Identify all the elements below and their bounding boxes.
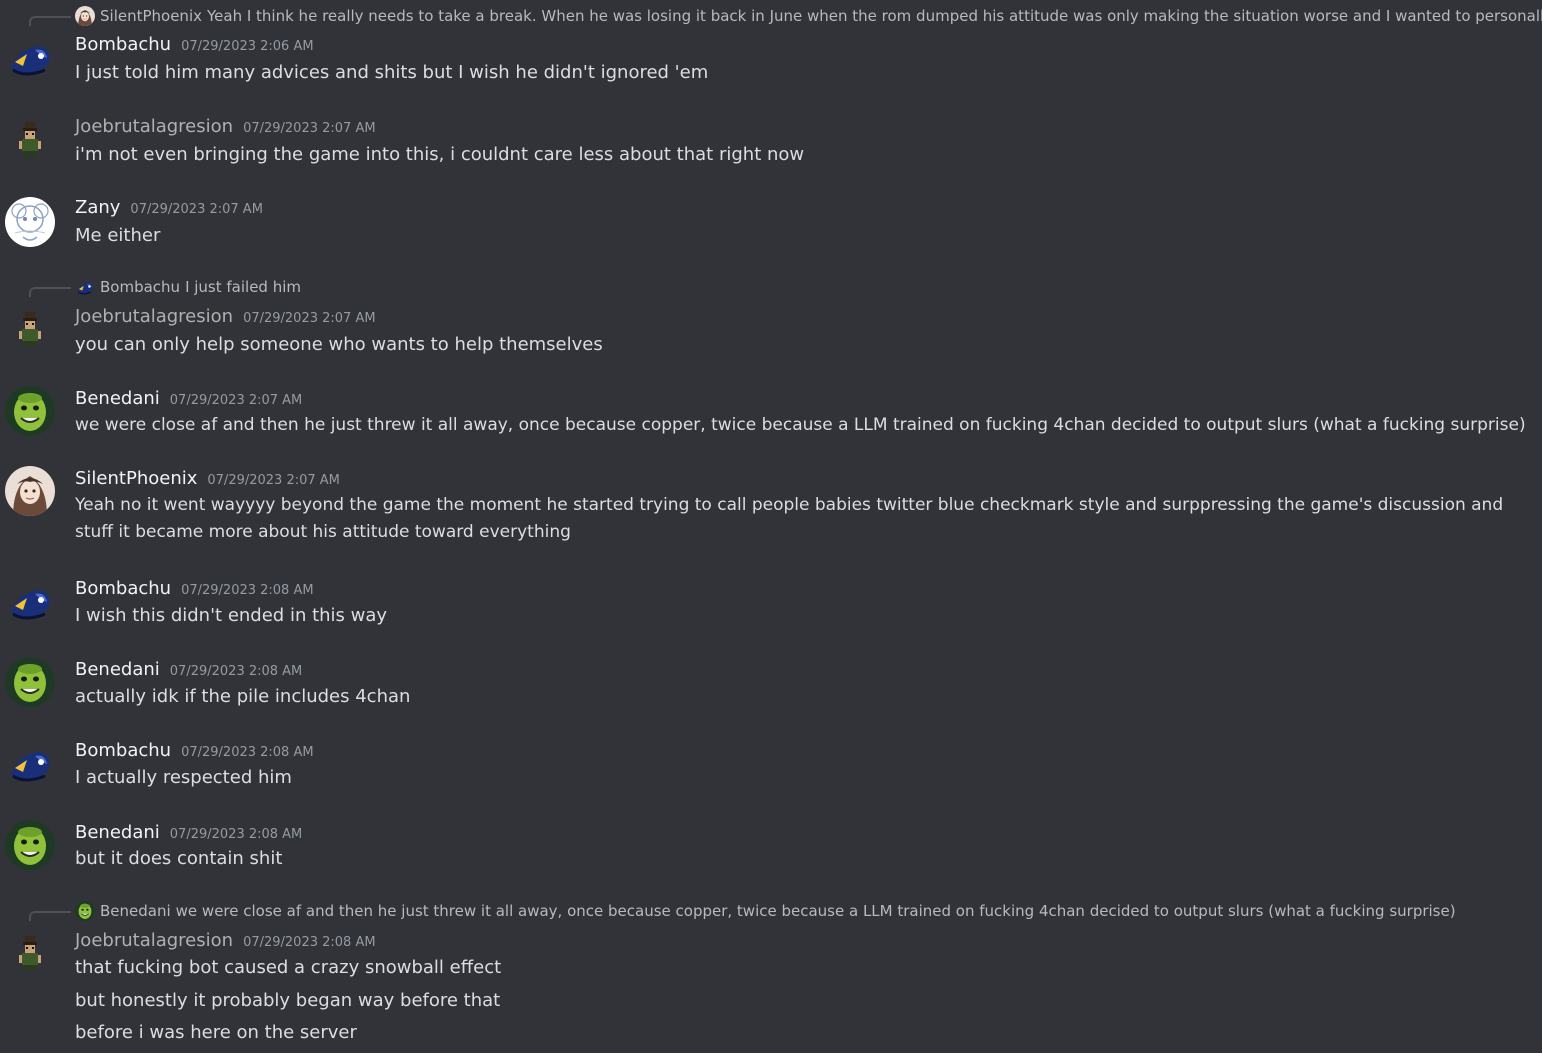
zany-avatar-icon[interactable]: [5, 197, 55, 247]
silentphoenix-avatar-icon: [75, 6, 95, 26]
username[interactable]: SilentPhoenix: [75, 468, 197, 489]
timestamp[interactable]: 07/29/2023 2:08 AM: [170, 664, 303, 679]
reply-author[interactable]: Benedani: [100, 902, 171, 920]
username[interactable]: Joebrutalagresion: [75, 930, 233, 951]
message-header: Joebrutalagresion 07/29/2023 2:07 AM: [75, 306, 376, 327]
message-content: that fucking bot caused a crazy snowball…: [75, 957, 502, 978]
message-content: I just told him many advices and shits b…: [75, 62, 709, 83]
message-content: but it does contain shit: [75, 848, 283, 869]
chat-message-list[interactable]: SilentPhoenix Yeah I think he really need…: [0, 0, 1542, 1053]
username[interactable]: Bombachu: [75, 34, 171, 55]
message-header: Joebrutalagresion 07/29/2023 2:07 AM: [75, 116, 376, 137]
message-header: Benedani 07/29/2023 2:07 AM: [75, 388, 302, 409]
username[interactable]: Zany: [75, 197, 120, 218]
message-content: I actually respected him: [75, 767, 292, 788]
bombachu-avatar-icon[interactable]: [5, 32, 55, 82]
message-content: but honestly it probably began way befor…: [75, 990, 501, 1011]
message-content: before i was here on the server: [75, 1022, 357, 1043]
reply-author[interactable]: Bombachu: [100, 278, 180, 296]
message-header: Bombachu 07/29/2023 2:06 AM: [75, 34, 314, 55]
username[interactable]: Bombachu: [75, 740, 171, 761]
timestamp[interactable]: 07/29/2023 2:07 AM: [170, 393, 303, 408]
username[interactable]: Joebrutalagresion: [75, 116, 233, 137]
message-header: SilentPhoenix 07/29/2023 2:07 AM: [75, 468, 340, 489]
message-content: Yeah no it went wayyyy beyond the game t…: [75, 495, 1504, 542]
reply-text: Yeah I think he really needs to take a b…: [206, 7, 1542, 25]
message-content: we were close af and then he just threw …: [75, 415, 1526, 435]
bombachu-avatar-icon[interactable]: [5, 576, 55, 626]
benedani-avatar-icon[interactable]: [5, 386, 55, 436]
message-content: you can only help someone who wants to h…: [75, 334, 603, 355]
timestamp[interactable]: 07/29/2023 2:07 AM: [243, 121, 376, 136]
timestamp[interactable]: 07/29/2023 2:08 AM: [243, 935, 376, 950]
reply-text: I just failed him: [185, 278, 302, 296]
reply-text: we were close af and then he just threw …: [175, 902, 1456, 920]
message-header: Bombachu 07/29/2023 2:08 AM: [75, 740, 314, 761]
username[interactable]: Bombachu: [75, 578, 171, 599]
message-content: i'm not even bringing the game into this…: [75, 144, 805, 165]
message-header: Bombachu 07/29/2023 2:08 AM: [75, 578, 314, 599]
message-header: Benedani 07/29/2023 2:08 AM: [75, 822, 302, 843]
timestamp[interactable]: 07/29/2023 2:07 AM: [130, 202, 263, 217]
username[interactable]: Joebrutalagresion: [75, 306, 233, 327]
joebrutalagresion-avatar-icon[interactable]: [5, 114, 55, 164]
timestamp[interactable]: 07/29/2023 2:06 AM: [181, 39, 314, 54]
reply-preview[interactable]: Benedani we were close af and then he jus…: [0, 899, 1542, 921]
message-header: Benedani 07/29/2023 2:08 AM: [75, 659, 302, 680]
reply-preview[interactable]: SilentPhoenix Yeah I think he really need…: [0, 4, 1542, 26]
reply-spine: [29, 287, 71, 297]
bombachu-avatar-icon[interactable]: [5, 738, 55, 788]
username[interactable]: Benedani: [75, 659, 160, 680]
timestamp[interactable]: 07/29/2023 2:08 AM: [181, 583, 314, 598]
reply-author[interactable]: SilentPhoenix: [100, 7, 202, 25]
timestamp[interactable]: 07/29/2023 2:08 AM: [170, 827, 303, 842]
joebrutalagresion-avatar-icon[interactable]: [5, 928, 55, 978]
message-content: I wish this didn't ended in this way: [75, 605, 388, 626]
message-content: actually idk if the pile includes 4chan: [75, 686, 411, 707]
username[interactable]: Benedani: [75, 388, 160, 409]
message-header: Zany 07/29/2023 2:07 AM: [75, 197, 263, 218]
reply-spine: [29, 16, 71, 26]
timestamp[interactable]: 07/29/2023 2:07 AM: [207, 473, 340, 488]
message-content: Me either: [75, 225, 161, 246]
bombachu-avatar-icon: [75, 277, 95, 297]
silentphoenix-avatar-icon[interactable]: [5, 466, 55, 516]
joebrutalagresion-avatar-icon[interactable]: [5, 304, 55, 354]
timestamp[interactable]: 07/29/2023 2:08 AM: [181, 745, 314, 760]
reply-spine: [29, 911, 71, 921]
timestamp[interactable]: 07/29/2023 2:07 AM: [243, 311, 376, 326]
reply-preview[interactable]: Bombachu I just failed him: [0, 275, 1542, 297]
benedani-avatar-icon[interactable]: [5, 820, 55, 870]
username[interactable]: Benedani: [75, 822, 160, 843]
message-header: Joebrutalagresion 07/29/2023 2:08 AM: [75, 930, 376, 951]
benedani-avatar-icon[interactable]: [5, 657, 55, 707]
benedani-avatar-icon: [75, 901, 95, 921]
